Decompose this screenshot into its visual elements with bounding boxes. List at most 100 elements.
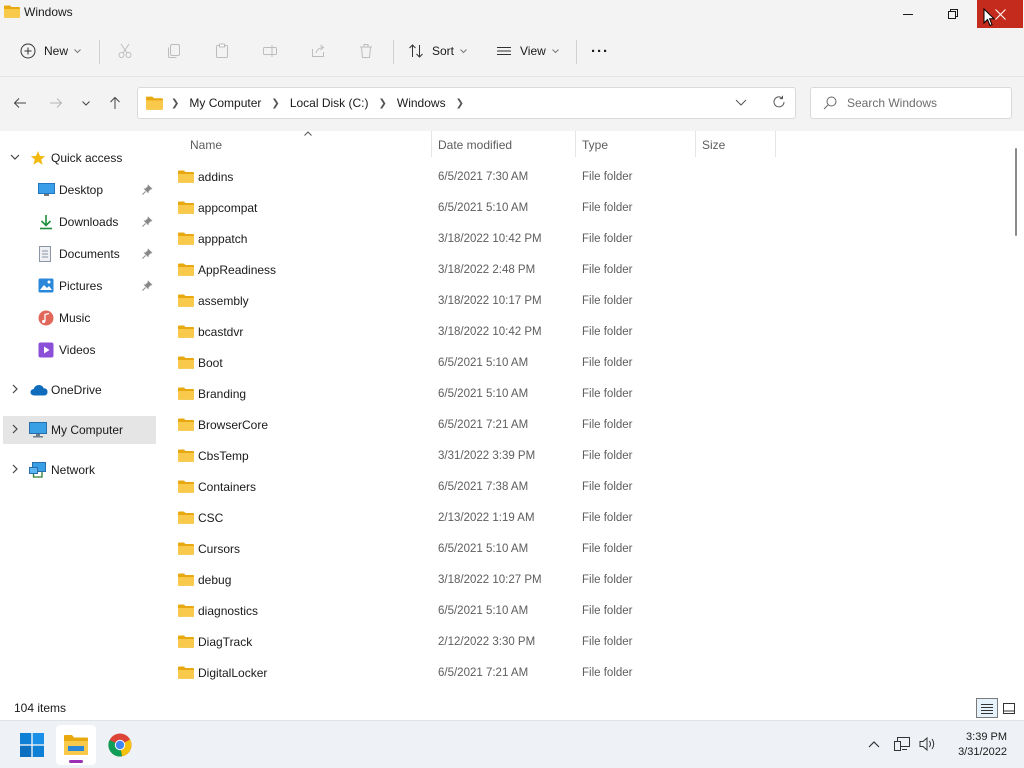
nav-item-onedrive[interactable]: OneDrive bbox=[3, 376, 156, 404]
column-divider[interactable] bbox=[575, 131, 576, 157]
sort-button[interactable]: Sort bbox=[408, 28, 467, 74]
breadcrumb-local-disk[interactable]: Local Disk (C:) bbox=[290, 96, 369, 110]
file-date-modified: 6/5/2021 5:10 AM bbox=[438, 605, 529, 617]
clock[interactable]: 3:39 PM 3/31/2022 bbox=[935, 730, 1007, 760]
table-row[interactable]: CbsTemp 3/31/2022 3:39 PM File folder bbox=[174, 441, 994, 472]
table-row[interactable]: diagnostics 6/5/2021 5:10 AM File folder bbox=[174, 596, 994, 627]
table-row[interactable]: DiagTrack 2/12/2022 3:30 PM File folder bbox=[174, 627, 994, 658]
chevron-right-icon[interactable] bbox=[10, 384, 20, 394]
large-icons-view-button[interactable] bbox=[998, 698, 1020, 718]
share-button[interactable] bbox=[310, 28, 326, 74]
nav-item-quick-access[interactable]: Quick access bbox=[3, 144, 156, 172]
address-bar[interactable]: ❯ My Computer ❯ Local Disk (C:) ❯ Window… bbox=[137, 87, 796, 119]
network-status-button[interactable] bbox=[894, 721, 912, 767]
table-row[interactable]: debug 3/18/2022 10:27 PM File folder bbox=[174, 565, 994, 596]
up-button[interactable] bbox=[105, 92, 125, 114]
back-button[interactable] bbox=[10, 92, 30, 114]
column-divider[interactable] bbox=[695, 131, 696, 157]
taskbar-chrome[interactable] bbox=[100, 725, 140, 765]
chevron-right-icon[interactable] bbox=[10, 424, 20, 434]
table-row[interactable]: addins 6/5/2021 7:30 AM File folder bbox=[174, 162, 994, 193]
file-type: File folder bbox=[582, 326, 633, 338]
table-row[interactable]: appcompat 6/5/2021 5:10 AM File folder bbox=[174, 193, 994, 224]
table-row[interactable]: DigitalLocker 6/5/2021 7:21 AM File folder bbox=[174, 658, 994, 689]
chevron-down-icon[interactable] bbox=[10, 152, 20, 162]
forward-button[interactable] bbox=[46, 92, 66, 114]
chevron-down-icon bbox=[460, 48, 467, 53]
nav-item-downloads[interactable]: Downloads bbox=[3, 208, 156, 236]
network-icon bbox=[29, 462, 46, 478]
nav-item-pictures[interactable]: Pictures bbox=[3, 272, 156, 300]
scrollbar-thumb[interactable] bbox=[1015, 148, 1017, 236]
minimize-button[interactable] bbox=[885, 0, 931, 28]
show-hidden-icons-button[interactable] bbox=[868, 721, 880, 767]
breadcrumb-my-computer[interactable]: My Computer bbox=[189, 96, 261, 110]
file-date-modified: 3/31/2022 3:39 PM bbox=[438, 450, 536, 462]
table-row[interactable]: Cursors 6/5/2021 5:10 AM File folder bbox=[174, 534, 994, 565]
nav-item-desktop[interactable]: Desktop bbox=[3, 176, 156, 204]
paste-button[interactable] bbox=[214, 28, 230, 74]
folder-icon bbox=[178, 511, 194, 524]
recent-locations-button[interactable] bbox=[76, 92, 96, 114]
table-row[interactable]: BrowserCore 6/5/2021 7:21 AM File folder bbox=[174, 410, 994, 441]
sort-label: Sort bbox=[432, 44, 455, 58]
chevron-right-icon[interactable] bbox=[10, 464, 20, 474]
nav-item-documents[interactable]: Documents bbox=[3, 240, 156, 268]
taskbar-file-explorer[interactable] bbox=[56, 725, 96, 765]
column-header-size[interactable]: Size bbox=[702, 131, 725, 159]
column-divider[interactable] bbox=[775, 131, 776, 157]
table-row[interactable] bbox=[174, 689, 994, 696]
column-header-type[interactable]: Type bbox=[582, 131, 608, 159]
copy-icon bbox=[168, 44, 180, 58]
breadcrumb-separator-icon[interactable]: ❯ bbox=[171, 98, 179, 109]
file-date-modified: 2/12/2022 3:30 PM bbox=[438, 636, 536, 648]
refresh-button[interactable] bbox=[772, 95, 786, 112]
file-name: Branding bbox=[198, 387, 247, 401]
folder-icon bbox=[178, 604, 194, 617]
table-row[interactable]: Containers 6/5/2021 7:38 AM File folder bbox=[174, 472, 994, 503]
table-row[interactable]: AppReadiness 3/18/2022 2:48 PM File folder bbox=[174, 255, 994, 286]
table-row[interactable]: CSC 2/13/2022 1:19 AM File folder bbox=[174, 503, 994, 534]
table-row[interactable]: Branding 6/5/2021 5:10 AM File folder bbox=[174, 379, 994, 410]
breadcrumb-windows[interactable]: Windows bbox=[397, 96, 446, 110]
breadcrumb-separator-icon[interactable]: ❯ bbox=[379, 98, 387, 109]
pin-icon[interactable] bbox=[142, 184, 153, 195]
copy-button[interactable] bbox=[166, 28, 182, 74]
navigation-pane: Quick access Desktop Downloads Documents… bbox=[0, 131, 158, 696]
nav-item-my-computer[interactable]: My Computer bbox=[3, 416, 156, 444]
cut-button[interactable] bbox=[117, 28, 133, 74]
column-header-name[interactable]: Name bbox=[190, 131, 222, 159]
search-input[interactable] bbox=[845, 95, 1009, 111]
clock-time: 3:39 PM bbox=[966, 731, 1007, 743]
view-button[interactable]: View bbox=[496, 28, 559, 74]
pin-icon[interactable] bbox=[142, 216, 153, 227]
pin-icon[interactable] bbox=[142, 280, 153, 291]
table-row[interactable]: apppatch 3/18/2022 10:42 PM File folder bbox=[174, 224, 994, 255]
breadcrumb: ❯ My Computer ❯ Local Disk (C:) ❯ Window… bbox=[146, 88, 472, 118]
restore-button[interactable] bbox=[930, 0, 976, 28]
breadcrumb-separator-icon[interactable]: ❯ bbox=[456, 98, 464, 109]
rename-button[interactable] bbox=[262, 28, 278, 74]
arrow-left-icon bbox=[13, 98, 26, 108]
file-type: File folder bbox=[582, 636, 633, 648]
nav-item-network[interactable]: Network bbox=[3, 456, 156, 484]
delete-button[interactable] bbox=[358, 28, 374, 74]
see-more-button[interactable]: ··· bbox=[591, 28, 609, 74]
search-box[interactable] bbox=[810, 87, 1012, 119]
pin-icon[interactable] bbox=[142, 248, 153, 259]
table-row[interactable]: bcastdvr 3/18/2022 10:42 PM File folder bbox=[174, 317, 994, 348]
start-button[interactable] bbox=[12, 725, 52, 765]
breadcrumb-separator-icon[interactable]: ❯ bbox=[271, 98, 279, 109]
table-row[interactable]: assembly 3/18/2022 10:17 PM File folder bbox=[174, 286, 994, 317]
nav-item-music[interactable]: Music bbox=[3, 304, 156, 332]
address-history-button[interactable] bbox=[735, 95, 747, 112]
mouse-cursor-icon bbox=[983, 8, 995, 27]
table-row[interactable]: Boot 6/5/2021 5:10 AM File folder bbox=[174, 348, 994, 379]
details-view-button[interactable] bbox=[976, 698, 998, 718]
file-date-modified: 6/5/2021 5:10 AM bbox=[438, 388, 529, 400]
column-header-date-modified[interactable]: Date modified bbox=[438, 131, 512, 159]
column-divider[interactable] bbox=[431, 131, 432, 157]
new-button[interactable]: New bbox=[20, 28, 81, 74]
folder-icon bbox=[178, 294, 194, 307]
nav-item-videos[interactable]: Videos bbox=[3, 336, 156, 364]
